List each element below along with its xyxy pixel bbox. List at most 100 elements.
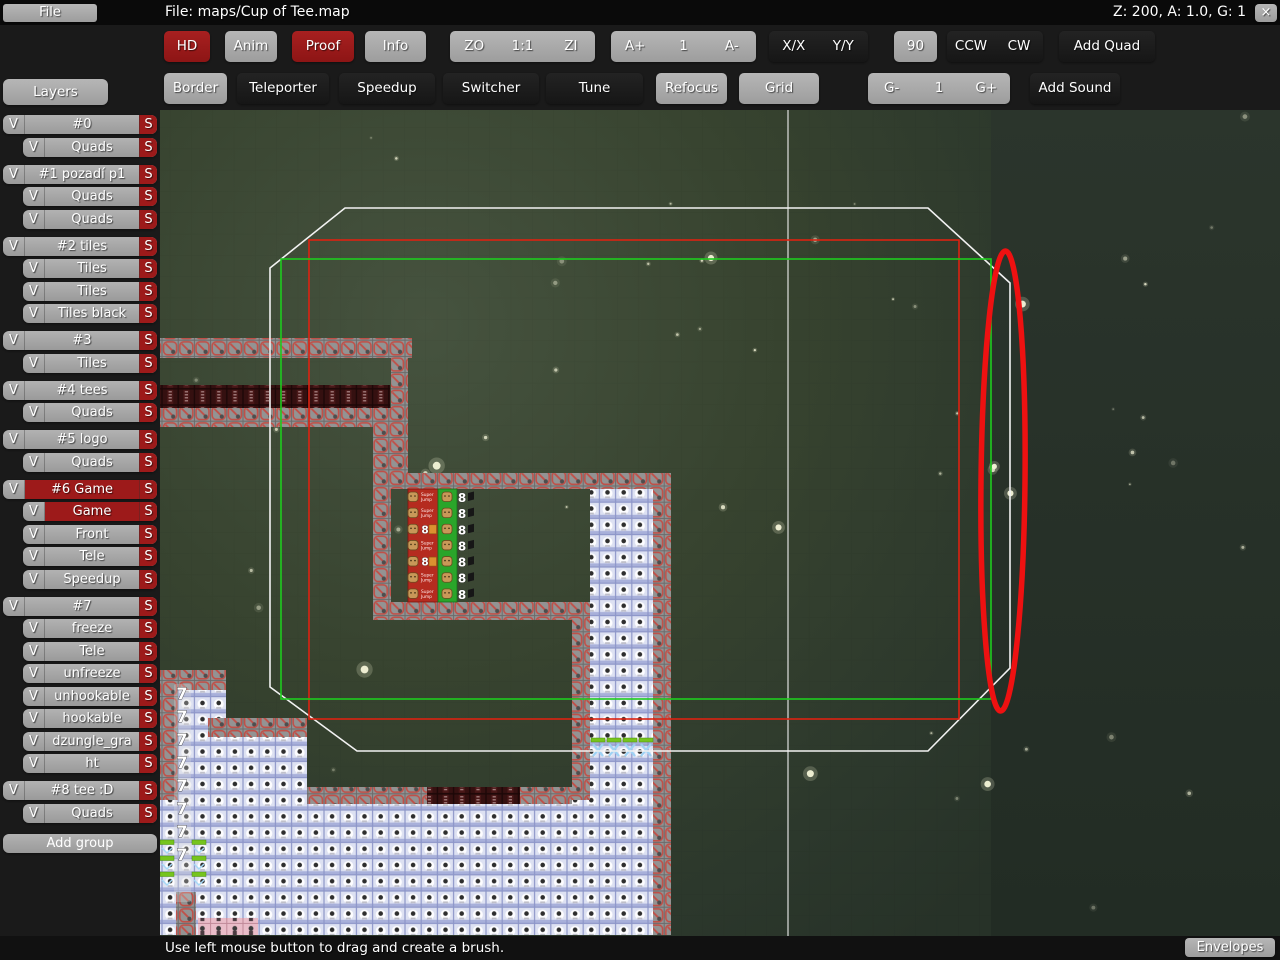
layer-group-row[interactable]: V#3S bbox=[3, 331, 157, 350]
layer-row[interactable]: VTilesS bbox=[23, 259, 157, 278]
layer-row[interactable]: VTilesS bbox=[23, 282, 157, 301]
solo-toggle[interactable]: S bbox=[139, 754, 157, 773]
layer-row[interactable]: VhookableS bbox=[23, 709, 157, 728]
solo-toggle[interactable]: S bbox=[139, 210, 157, 229]
solo-toggle[interactable]: S bbox=[139, 304, 157, 323]
solo-toggle[interactable]: S bbox=[139, 381, 157, 400]
zoom-reset-button[interactable]: 1:1 bbox=[498, 31, 546, 62]
visibility-toggle[interactable]: V bbox=[3, 781, 25, 800]
visibility-toggle[interactable]: V bbox=[3, 237, 25, 256]
grid-increase-button[interactable]: G+ bbox=[963, 73, 1010, 104]
solo-toggle[interactable]: S bbox=[139, 570, 157, 589]
visibility-toggle[interactable]: V bbox=[23, 619, 45, 638]
visibility-toggle[interactable]: V bbox=[23, 138, 45, 157]
proof-toggle-button[interactable]: Proof bbox=[292, 31, 354, 62]
envelopes-button[interactable]: Envelopes bbox=[1185, 938, 1275, 957]
layer-row[interactable]: VGameS bbox=[23, 502, 157, 521]
visibility-toggle[interactable]: V bbox=[3, 381, 25, 400]
solo-toggle[interactable]: S bbox=[139, 642, 157, 661]
visibility-toggle[interactable]: V bbox=[23, 187, 45, 206]
solo-toggle[interactable]: S bbox=[139, 354, 157, 373]
add-group-button[interactable]: Add group bbox=[3, 834, 157, 853]
visibility-toggle[interactable]: V bbox=[23, 547, 45, 566]
layer-group-row[interactable]: V#6 GameS bbox=[3, 480, 157, 499]
layer-row[interactable]: VTeleS bbox=[23, 642, 157, 661]
solo-toggle[interactable]: S bbox=[139, 709, 157, 728]
teleporter-button[interactable]: Teleporter bbox=[237, 73, 329, 104]
layer-row[interactable]: VTeleS bbox=[23, 547, 157, 566]
visibility-toggle[interactable]: V bbox=[23, 570, 45, 589]
solo-toggle[interactable]: S bbox=[139, 502, 157, 521]
visibility-toggle[interactable]: V bbox=[23, 687, 45, 706]
anim-speed-up-button[interactable]: A+ bbox=[611, 31, 659, 62]
visibility-toggle[interactable]: V bbox=[23, 664, 45, 683]
layer-row[interactable]: VQuadsS bbox=[23, 403, 157, 422]
grid-decrease-button[interactable]: G- bbox=[868, 73, 915, 104]
visibility-toggle[interactable]: V bbox=[3, 115, 25, 134]
anim-toggle-button[interactable]: Anim bbox=[225, 31, 277, 62]
visibility-toggle[interactable]: V bbox=[23, 210, 45, 229]
info-toggle-button[interactable]: Info bbox=[365, 31, 426, 62]
refocus-button[interactable]: Refocus bbox=[656, 73, 727, 104]
map-canvas[interactable]: SuperJump8SuperJump888SuperJump888SuperJ… bbox=[160, 110, 1280, 936]
layer-row[interactable]: VQuadsS bbox=[23, 804, 157, 823]
rotate-angle-value[interactable]: 90 bbox=[894, 31, 937, 62]
solo-toggle[interactable]: S bbox=[139, 237, 157, 256]
layer-group-row[interactable]: V#8 tee :DS bbox=[3, 781, 157, 800]
visibility-toggle[interactable]: V bbox=[23, 259, 45, 278]
visibility-toggle[interactable]: V bbox=[23, 754, 45, 773]
visibility-toggle[interactable]: V bbox=[3, 331, 25, 350]
solo-toggle[interactable]: S bbox=[139, 480, 157, 499]
layer-row[interactable]: VQuadsS bbox=[23, 187, 157, 206]
solo-toggle[interactable]: S bbox=[139, 597, 157, 616]
visibility-toggle[interactable]: V bbox=[23, 403, 45, 422]
visibility-toggle[interactable]: V bbox=[23, 732, 45, 751]
visibility-toggle[interactable]: V bbox=[3, 480, 25, 499]
solo-toggle[interactable]: S bbox=[139, 619, 157, 638]
layer-row[interactable]: VFrontS bbox=[23, 525, 157, 544]
layer-row[interactable]: VunfreezeS bbox=[23, 664, 157, 683]
layer-row[interactable]: VTiles blackS bbox=[23, 304, 157, 323]
layer-group-row[interactable]: V#2 tilesS bbox=[3, 237, 157, 256]
layers-panel-button[interactable]: Layers bbox=[3, 79, 108, 105]
visibility-toggle[interactable]: V bbox=[23, 354, 45, 373]
layer-group-row[interactable]: V#4 teesS bbox=[3, 381, 157, 400]
visibility-toggle[interactable]: V bbox=[23, 304, 45, 323]
layer-row[interactable]: VunhookableS bbox=[23, 687, 157, 706]
layer-group-row[interactable]: V#7S bbox=[3, 597, 157, 616]
add-quad-button[interactable]: Add Quad bbox=[1059, 31, 1155, 62]
layer-row[interactable]: VTilesS bbox=[23, 354, 157, 373]
solo-toggle[interactable]: S bbox=[139, 804, 157, 823]
solo-toggle[interactable]: S bbox=[139, 115, 157, 134]
file-menu-button[interactable]: File bbox=[3, 4, 97, 22]
close-icon[interactable]: × bbox=[1255, 4, 1277, 22]
visibility-toggle[interactable]: V bbox=[23, 453, 45, 472]
visibility-toggle[interactable]: V bbox=[23, 502, 45, 521]
solo-toggle[interactable]: S bbox=[139, 165, 157, 184]
solo-toggle[interactable]: S bbox=[139, 259, 157, 278]
grid-toggle-button[interactable]: Grid bbox=[739, 73, 819, 104]
border-button[interactable]: Border bbox=[164, 73, 227, 104]
solo-toggle[interactable]: S bbox=[139, 687, 157, 706]
solo-toggle[interactable]: S bbox=[139, 781, 157, 800]
visibility-toggle[interactable]: V bbox=[23, 525, 45, 544]
layer-row[interactable]: VQuadsS bbox=[23, 210, 157, 229]
visibility-toggle[interactable]: V bbox=[3, 430, 25, 449]
solo-toggle[interactable]: S bbox=[139, 187, 157, 206]
solo-toggle[interactable]: S bbox=[139, 547, 157, 566]
rotate-ccw-button[interactable]: CCW bbox=[947, 31, 995, 62]
switcher-button[interactable]: Switcher bbox=[443, 73, 539, 104]
solo-toggle[interactable]: S bbox=[139, 453, 157, 472]
visibility-toggle[interactable]: V bbox=[23, 804, 45, 823]
rotate-cw-button[interactable]: CW bbox=[995, 31, 1043, 62]
layer-row[interactable]: Vdzungle_graS bbox=[23, 732, 157, 751]
layer-row[interactable]: VQuadsS bbox=[23, 138, 157, 157]
solo-toggle[interactable]: S bbox=[139, 403, 157, 422]
solo-toggle[interactable]: S bbox=[139, 664, 157, 683]
solo-toggle[interactable]: S bbox=[139, 732, 157, 751]
tune-button[interactable]: Tune bbox=[546, 73, 643, 104]
hd-toggle-button[interactable]: HD bbox=[164, 31, 210, 62]
visibility-toggle[interactable]: V bbox=[23, 709, 45, 728]
solo-toggle[interactable]: S bbox=[139, 282, 157, 301]
layer-group-row[interactable]: V#5 logoS bbox=[3, 430, 157, 449]
